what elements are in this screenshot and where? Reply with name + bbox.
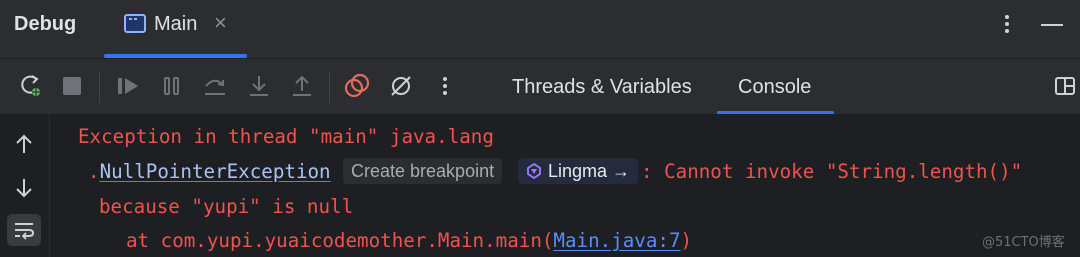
arrow-up-icon[interactable] [7, 128, 41, 160]
console-line-2-end: : Cannot invoke "String.length()" [641, 160, 1023, 183]
mute-breakpoints-icon[interactable] [386, 71, 416, 101]
close-tab-icon[interactable]: × [214, 12, 227, 34]
soft-wrap-icon[interactable] [7, 214, 41, 246]
run-config-icon [124, 14, 146, 33]
tab-console[interactable]: Console [738, 76, 811, 99]
lingma-label: Lingma → [548, 161, 631, 181]
resume-icon[interactable] [113, 71, 143, 101]
tab-threads-variables[interactable]: Threads & Variables [512, 76, 692, 99]
console-line-3: because "yupi" is null [99, 195, 354, 218]
lingma-button[interactable]: Lingma → [518, 158, 639, 184]
debug-tool-window-header: Debug Main × [0, 0, 1080, 58]
console-side-toolbar [0, 114, 50, 257]
options-menu-icon[interactable] [1000, 12, 1014, 40]
arrow-down-icon[interactable] [7, 172, 41, 204]
toolbar-divider [329, 71, 330, 103]
console-line-2-start: .NullPointerException [88, 160, 331, 183]
console-output[interactable]: Exception in thread "main" java.lang .Nu… [0, 114, 1080, 257]
debug-toolbar: Threads & Variables Console [0, 58, 1080, 115]
step-out-icon[interactable] [287, 71, 317, 101]
exception-class-link[interactable]: NullPointerException [100, 160, 331, 183]
rerun-debug-icon[interactable] [16, 71, 46, 101]
tool-window-title: Debug [14, 13, 77, 35]
toolbar-divider [99, 71, 100, 103]
tab-main-label: Main [154, 13, 198, 35]
pause-icon[interactable] [157, 71, 187, 101]
lingma-icon [527, 163, 541, 179]
more-actions-icon[interactable] [430, 71, 460, 101]
view-breakpoints-icon[interactable] [342, 71, 372, 101]
create-breakpoint-button[interactable]: Create breakpoint [343, 158, 503, 184]
console-text: ) [680, 229, 693, 252]
console-text: . [88, 160, 100, 183]
step-into-icon[interactable] [244, 71, 274, 101]
tab-main[interactable]: Main × [104, 0, 247, 58]
minimize-icon[interactable] [1041, 24, 1063, 26]
console-line-1: Exception in thread "main" java.lang [78, 125, 494, 148]
console-text: at com.yupi.yuaicodemother.Main.main( [126, 229, 554, 252]
source-location-link[interactable]: Main.java:7 [553, 229, 680, 252]
console-line-4: at com.yupi.yuaicodemother.Main.main(Mai… [126, 229, 692, 252]
step-over-icon[interactable] [200, 71, 230, 101]
stop-icon[interactable] [57, 71, 87, 101]
layout-settings-icon[interactable] [1052, 71, 1078, 101]
watermark: @51CTO博客 [982, 235, 1065, 250]
